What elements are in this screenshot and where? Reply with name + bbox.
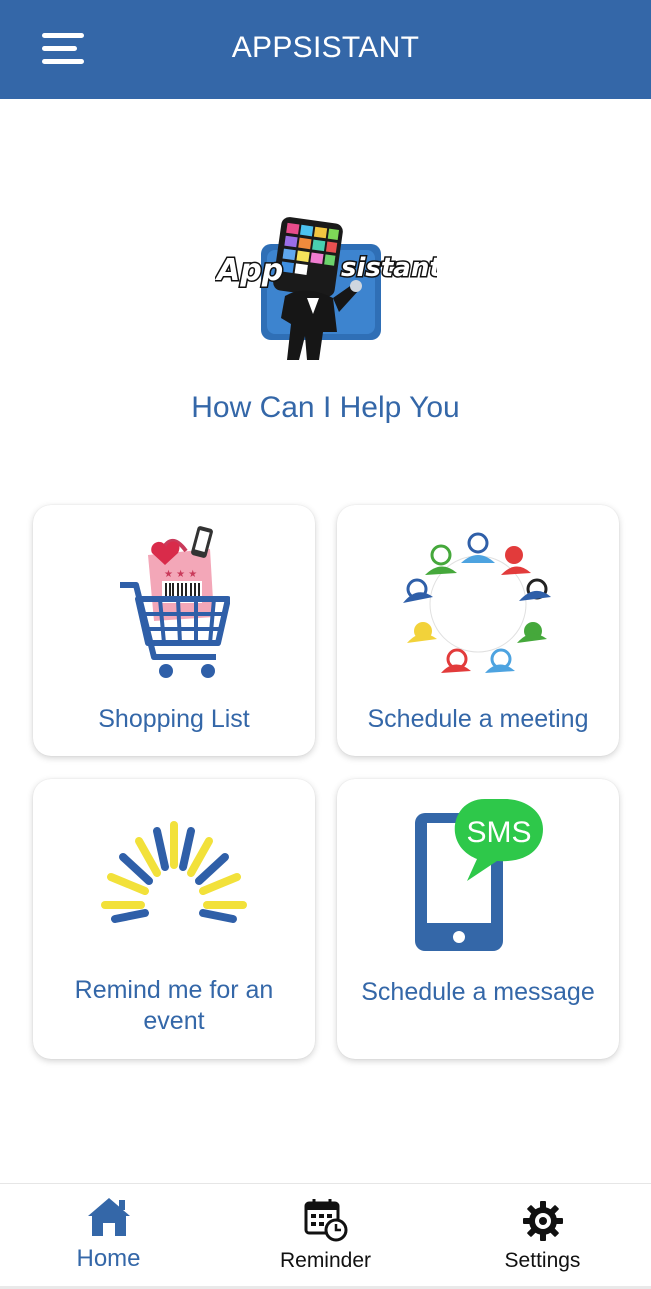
bottom-navigation: Home Reminder Settings (0, 1183, 651, 1289)
meeting-people-icon (403, 532, 551, 673)
schedule-meeting-label: Schedule a meeting (367, 705, 589, 733)
shopping-list-card[interactable]: ★ ★ ★ Shopping List (33, 505, 315, 756)
schedule-meeting-card[interactable]: Schedule a meeting (337, 505, 619, 756)
appsistant-logo: App sistant (215, 217, 437, 360)
shopping-cart-icon: ★ ★ ★ (120, 526, 230, 678)
nav-home[interactable]: Home (0, 1184, 217, 1287)
logo-text-left: App (215, 253, 283, 288)
gear-icon (522, 1201, 563, 1241)
nav-reminder-label: Reminder (279, 1249, 372, 1272)
home-icon (87, 1198, 130, 1236)
nav-settings[interactable]: Settings (434, 1184, 651, 1287)
remind-event-card[interactable]: Remind me for an event (33, 779, 315, 1059)
shopping-list-label: Shopping List (98, 705, 250, 733)
sms-phone-icon: SMS (415, 799, 543, 951)
schedule-message-card[interactable]: SMS Schedule a message (337, 779, 619, 1059)
svg-text:★ ★ ★: ★ ★ ★ (164, 569, 197, 580)
app-bar: APPSISTANT (0, 0, 651, 99)
remind-event-label-line1: Remind me for an (74, 976, 274, 1004)
calendar-clock-icon (304, 1199, 347, 1242)
page-headline: How Can I Help You (191, 391, 460, 424)
nav-home-label: Home (76, 1245, 141, 1272)
logo-text-right: sistant (341, 253, 437, 283)
burst-icon (101, 821, 247, 923)
schedule-message-label: Schedule a message (361, 978, 595, 1006)
remind-event-label-line2: event (143, 1007, 205, 1035)
nav-settings-label: Settings (504, 1249, 581, 1272)
nav-reminder[interactable]: Reminder (217, 1184, 434, 1287)
sms-badge-text: SMS (466, 816, 531, 849)
app-title: APPSISTANT (231, 31, 420, 64)
